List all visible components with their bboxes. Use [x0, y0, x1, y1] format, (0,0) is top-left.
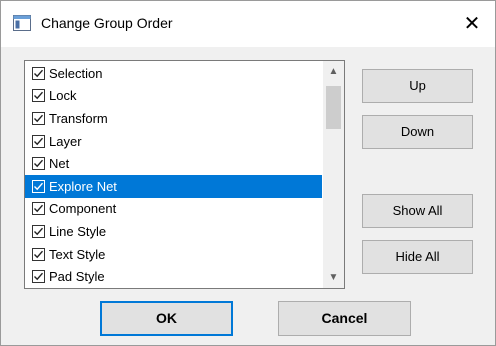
list-item[interactable]: Explore Net	[25, 174, 322, 198]
list-item[interactable]: Net	[25, 152, 322, 175]
title-bar[interactable]: Change Group Order ✕	[1, 1, 495, 47]
checkmark-icon	[34, 92, 44, 100]
list-item-label: Component	[49, 201, 117, 217]
app-icon	[13, 15, 31, 31]
scroll-down-button[interactable]: ▼	[323, 269, 344, 286]
close-button[interactable]: ✕	[449, 1, 495, 47]
list-item[interactable]: Layer	[25, 130, 322, 153]
list-item-label: Pad Style	[49, 269, 105, 285]
checkmark-icon	[34, 137, 44, 145]
checkbox[interactable]	[32, 224, 45, 238]
group-order-list[interactable]: Selection Lock Transform Layer Net Explore Ne…	[24, 60, 345, 289]
list-item-label: Line Style	[49, 223, 107, 239]
down-button[interactable]: Down	[362, 115, 473, 149]
scroll-thumb[interactable]	[326, 86, 341, 129]
scroll-up-button[interactable]: ▲	[323, 63, 344, 80]
checkmark-icon	[34, 272, 44, 281]
checkbox[interactable]	[32, 134, 45, 148]
up-button[interactable]: Up	[362, 69, 473, 103]
list-item[interactable]: Line Style	[25, 220, 322, 243]
checkmark-icon	[34, 227, 44, 236]
checkbox[interactable]	[32, 89, 45, 103]
checkbox[interactable]	[32, 66, 45, 80]
checkbox[interactable]	[32, 157, 45, 171]
list-item-label: Explore Net	[49, 178, 117, 194]
list-item-label: Transform	[49, 110, 108, 126]
hide-all-button[interactable]: Hide All	[362, 240, 473, 274]
list-item-label: Text Style	[49, 246, 106, 262]
list-item[interactable]: Lock	[25, 85, 322, 108]
checkbox[interactable]	[32, 202, 45, 216]
chevron-down-icon: ▼	[328, 272, 339, 283]
checkmark-icon	[34, 69, 44, 78]
change-group-order-dialog: Change Group Order ✕ Selection Lock Transf…	[0, 0, 496, 346]
checkmark-icon	[34, 205, 44, 213]
list-item[interactable]: Pad Style	[25, 265, 322, 288]
checkbox[interactable]	[32, 247, 45, 261]
show-all-button[interactable]: Show All	[362, 194, 473, 228]
cancel-button[interactable]: Cancel	[278, 301, 411, 336]
checkbox[interactable]	[32, 270, 45, 284]
list-item[interactable]: Transform	[25, 107, 322, 130]
checkmark-icon	[34, 250, 44, 258]
checkmark-icon	[34, 159, 44, 168]
ok-button[interactable]: OK	[100, 301, 233, 336]
checkmark-icon	[34, 114, 44, 123]
vertical-scrollbar[interactable]: ▲ ▼	[323, 61, 344, 288]
list-item-label: Layer	[49, 133, 82, 149]
list-item[interactable]: Component	[25, 198, 322, 221]
window-title: Change Group Order	[41, 15, 173, 31]
list-item-label: Lock	[49, 88, 77, 104]
list-item-label: Selection	[49, 65, 103, 81]
checkmark-icon	[34, 182, 44, 190]
checkbox[interactable]	[32, 111, 45, 125]
close-icon: ✕	[463, 13, 481, 35]
list-items: Selection Lock Transform Layer Net Explore Ne…	[25, 62, 322, 288]
checkbox[interactable]	[32, 179, 45, 193]
list-item[interactable]: Text Style	[25, 243, 322, 266]
list-item[interactable]: Selection	[25, 62, 322, 85]
chevron-up-icon: ▲	[328, 66, 339, 77]
list-item-label: Net	[49, 156, 70, 172]
